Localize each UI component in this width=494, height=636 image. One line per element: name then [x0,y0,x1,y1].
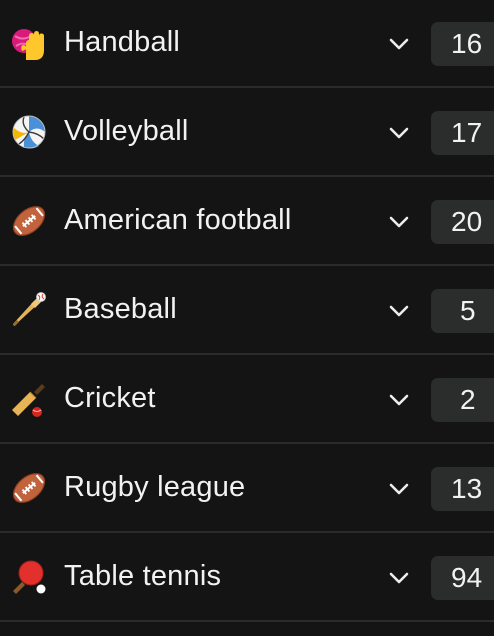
event-count-badge: 17 [431,111,494,155]
sport-row-table-tennis[interactable]: Table tennis 94 [0,534,494,622]
ping-pong-icon [10,558,48,596]
rugby-ball-icon [10,469,48,507]
sport-row-american-football[interactable]: American football 20 [0,178,494,266]
sport-row-volleyball[interactable]: Volleyball 17 [0,89,494,177]
sport-label: Cricket [64,382,156,414]
chevron-down-icon[interactable] [387,32,411,56]
event-count-badge: 13 [431,467,494,511]
chevron-down-icon[interactable] [387,121,411,145]
sport-row-cricket[interactable]: Cricket 2 [0,356,494,444]
american-football-icon [10,202,48,240]
sport-row-baseball[interactable]: Baseball 5 [0,267,494,355]
cricket-icon [10,380,48,418]
chevron-down-icon[interactable] [387,388,411,412]
volleyball-icon [10,113,48,151]
baseball-icon [10,291,48,329]
chevron-down-icon[interactable] [387,299,411,323]
sport-row-handball[interactable]: Handball 16 [0,0,494,88]
event-count-badge: 5 [431,289,494,333]
sport-label: Table tennis [64,560,222,592]
sport-label: American football [64,204,292,236]
handball-icon [10,24,48,62]
sport-row-rugby-league[interactable]: Rugby league 13 [0,445,494,533]
sport-label: Volleyball [64,115,189,147]
sport-label: Rugby league [64,471,246,503]
chevron-down-icon[interactable] [387,210,411,234]
sport-label: Baseball [64,293,177,325]
sport-label: Handball [64,26,181,58]
sports-list: Handball 16 Volleyball 17 American footb… [0,0,494,636]
event-count-badge: 16 [431,22,494,66]
event-count-badge: 20 [431,200,494,244]
chevron-down-icon[interactable] [387,566,411,590]
event-count-badge: 94 [431,556,494,600]
chevron-down-icon[interactable] [387,477,411,501]
event-count-badge: 2 [431,378,494,422]
